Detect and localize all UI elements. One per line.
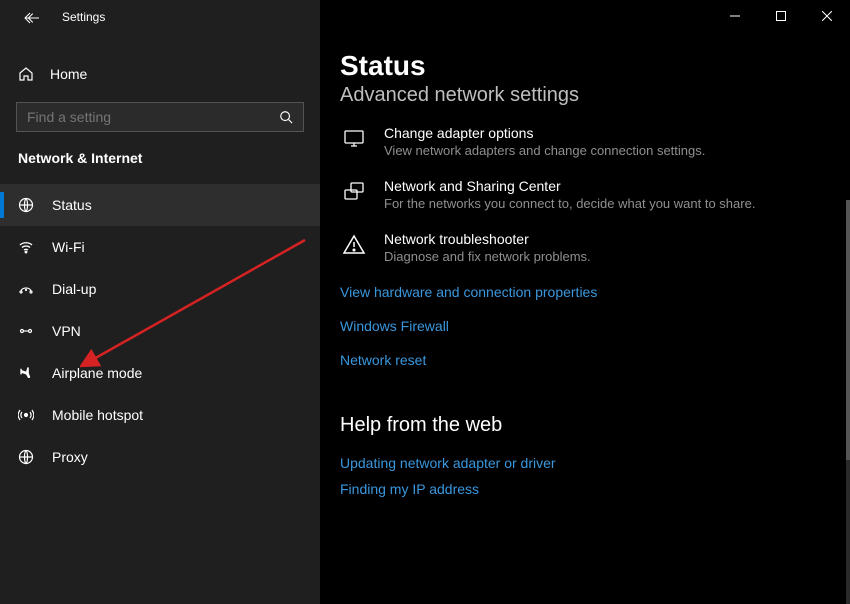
sidebar-item-proxy[interactable]: Proxy [0,436,320,478]
advanced-heading: Advanced network settings [340,84,846,107]
back-button[interactable] [24,11,40,24]
sidebar-item-label: Airplane mode [52,365,142,381]
sidebar-item-label: Status [52,197,92,213]
sidebar-item-dialup[interactable]: Dial-up [0,268,320,310]
sidebar-item-label: VPN [52,323,81,339]
home-button[interactable]: Home [0,56,320,92]
sidebar-item-hotspot[interactable]: Mobile hotspot [0,394,320,436]
search-input[interactable] [27,109,279,125]
card-troubleshooter[interactable]: Network troubleshooter Diagnose and fix … [340,231,846,264]
card-title: Network and Sharing Center [384,178,755,194]
dialup-icon [18,281,34,297]
help-heading: Help from the web [340,414,846,437]
link-windows-firewall[interactable]: Windows Firewall [340,318,846,334]
sidebar-item-status[interactable]: Status [0,184,320,226]
sharing-icon [340,178,368,211]
scrollbar-thumb[interactable] [846,200,850,460]
proxy-icon [18,449,34,465]
hotspot-icon [18,407,34,423]
page-title: Status [340,50,846,82]
card-title: Network troubleshooter [384,231,591,247]
wifi-icon [18,239,34,255]
minimize-button[interactable] [712,0,758,32]
card-adapter-options[interactable]: Change adapter options View network adap… [340,125,846,158]
home-icon [18,66,34,82]
vpn-icon [18,323,34,339]
card-sharing-center[interactable]: Network and Sharing Center For the netwo… [340,178,846,211]
link-help-ip-address[interactable]: Finding my IP address [340,481,846,497]
close-button[interactable] [804,0,850,32]
card-title: Change adapter options [384,125,705,141]
search-box[interactable] [16,102,304,132]
maximize-button[interactable] [758,0,804,32]
card-desc: View network adapters and change connect… [384,143,705,158]
troubleshoot-icon [340,231,368,264]
home-label: Home [50,66,87,82]
adapter-icon [340,125,368,158]
sidebar-item-label: Proxy [52,449,88,465]
sidebar-item-wifi[interactable]: Wi-Fi [0,226,320,268]
link-help-adapter-driver[interactable]: Updating network adapter or driver [340,455,846,471]
section-header: Network & Internet [0,150,320,184]
link-network-reset[interactable]: Network reset [340,352,846,368]
sidebar-item-label: Mobile hotspot [52,407,143,423]
card-desc: Diagnose and fix network problems. [384,249,591,264]
search-icon [279,110,293,124]
card-desc: For the networks you connect to, decide … [384,196,755,211]
sidebar-item-label: Dial-up [52,281,96,297]
sidebar-item-vpn[interactable]: VPN [0,310,320,352]
sidebar-item-airplane[interactable]: Airplane mode [0,352,320,394]
link-hardware-properties[interactable]: View hardware and connection properties [340,284,846,300]
sidebar-item-label: Wi-Fi [52,239,85,255]
airplane-icon [18,365,34,381]
status-icon [18,197,34,213]
window-title: Settings [62,10,105,24]
